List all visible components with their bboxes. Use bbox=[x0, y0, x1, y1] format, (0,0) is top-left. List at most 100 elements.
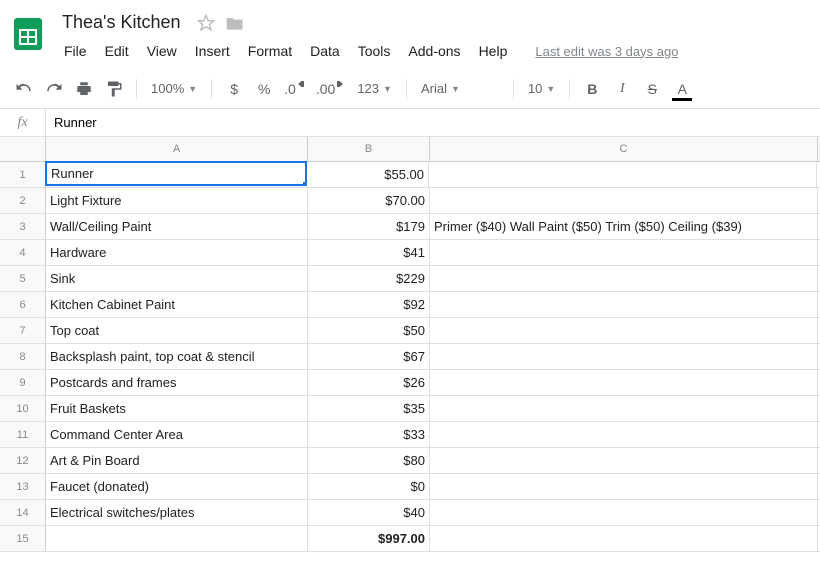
row-header[interactable]: 14 bbox=[0, 500, 46, 525]
currency-button[interactable]: $ bbox=[220, 75, 248, 103]
cell[interactable] bbox=[430, 474, 818, 499]
select-all-corner[interactable] bbox=[0, 137, 46, 161]
row-header[interactable]: 4 bbox=[0, 240, 46, 265]
cell[interactable]: $92 bbox=[308, 292, 430, 317]
cell[interactable]: Top coat bbox=[46, 318, 308, 343]
table-row: 5 Sink $229 bbox=[0, 266, 820, 292]
percent-button[interactable]: % bbox=[250, 75, 278, 103]
cell-b1[interactable]: $55.00 bbox=[307, 162, 429, 187]
sheets-logo-icon[interactable] bbox=[8, 8, 48, 60]
cell[interactable] bbox=[430, 396, 818, 421]
cell[interactable]: $40 bbox=[308, 500, 430, 525]
row-header[interactable]: 13 bbox=[0, 474, 46, 499]
star-icon[interactable] bbox=[197, 14, 215, 32]
cell[interactable] bbox=[46, 526, 308, 551]
formula-bar: fx bbox=[0, 109, 820, 137]
text-color-button[interactable]: A bbox=[668, 75, 696, 103]
italic-button[interactable]: I bbox=[608, 75, 636, 103]
row-header[interactable]: 7 bbox=[0, 318, 46, 343]
last-edit-link[interactable]: Last edit was 3 days ago bbox=[535, 44, 678, 59]
folder-move-icon[interactable] bbox=[225, 14, 245, 32]
row-header[interactable]: 15 bbox=[0, 526, 46, 551]
paint-format-icon[interactable] bbox=[100, 75, 128, 103]
menu-help[interactable]: Help bbox=[471, 39, 516, 63]
cell[interactable]: Wall/Ceiling Paint bbox=[46, 214, 308, 239]
row-header[interactable]: 6 bbox=[0, 292, 46, 317]
row-header[interactable]: 8 bbox=[0, 344, 46, 369]
row-header[interactable]: 3 bbox=[0, 214, 46, 239]
undo-icon[interactable] bbox=[10, 75, 38, 103]
cell[interactable]: $50 bbox=[308, 318, 430, 343]
strikethrough-button[interactable]: S bbox=[638, 75, 666, 103]
menu-addons[interactable]: Add-ons bbox=[400, 39, 468, 63]
cell[interactable] bbox=[430, 318, 818, 343]
cell[interactable]: Kitchen Cabinet Paint bbox=[46, 292, 308, 317]
row-header[interactable]: 1 bbox=[0, 162, 46, 187]
row-header[interactable]: 11 bbox=[0, 422, 46, 447]
cell[interactable]: $41 bbox=[308, 240, 430, 265]
cell[interactable] bbox=[430, 500, 818, 525]
cell[interactable]: $70.00 bbox=[308, 188, 430, 213]
cell-a1[interactable]: Runner bbox=[45, 161, 307, 186]
selection-handle[interactable] bbox=[302, 181, 307, 186]
cell-c1[interactable] bbox=[429, 162, 817, 187]
decrease-decimal-button[interactable]: .0 bbox=[280, 75, 310, 103]
column-header-c[interactable]: C bbox=[430, 137, 818, 161]
menu-insert[interactable]: Insert bbox=[187, 39, 238, 63]
cell[interactable]: Postcards and frames bbox=[46, 370, 308, 395]
font-family-dropdown[interactable]: Arial▼ bbox=[415, 75, 505, 103]
cell[interactable] bbox=[430, 526, 818, 551]
cell-total[interactable]: $997.00 bbox=[308, 526, 430, 551]
cell[interactable]: $26 bbox=[308, 370, 430, 395]
inc-dec-label: .00 bbox=[316, 81, 335, 97]
cell[interactable]: Primer ($40) Wall Paint ($50) Trim ($50)… bbox=[430, 214, 818, 239]
column-headers: A B C bbox=[0, 137, 820, 162]
cell[interactable] bbox=[430, 448, 818, 473]
row-header[interactable]: 9 bbox=[0, 370, 46, 395]
number-format-dropdown[interactable]: 123▼ bbox=[351, 75, 398, 103]
cell[interactable]: $35 bbox=[308, 396, 430, 421]
menu-format[interactable]: Format bbox=[240, 39, 300, 63]
cell[interactable]: $179 bbox=[308, 214, 430, 239]
row-header[interactable]: 2 bbox=[0, 188, 46, 213]
menu-data[interactable]: Data bbox=[302, 39, 348, 63]
row-header[interactable]: 5 bbox=[0, 266, 46, 291]
cell[interactable] bbox=[430, 188, 818, 213]
column-header-a[interactable]: A bbox=[46, 137, 308, 161]
menu-view[interactable]: View bbox=[139, 39, 185, 63]
doc-title[interactable]: Thea's Kitchen bbox=[56, 10, 187, 35]
bold-button[interactable]: B bbox=[578, 75, 606, 103]
column-header-b[interactable]: B bbox=[308, 137, 430, 161]
cell[interactable] bbox=[430, 422, 818, 447]
cell[interactable]: Art & Pin Board bbox=[46, 448, 308, 473]
cell[interactable] bbox=[430, 370, 818, 395]
formula-input[interactable] bbox=[46, 109, 820, 136]
row-header[interactable]: 12 bbox=[0, 448, 46, 473]
cell[interactable]: Sink bbox=[46, 266, 308, 291]
cell[interactable]: $0 bbox=[308, 474, 430, 499]
cell[interactable]: Fruit Baskets bbox=[46, 396, 308, 421]
cell[interactable]: Light Fixture bbox=[46, 188, 308, 213]
increase-decimal-button[interactable]: .00 bbox=[312, 75, 349, 103]
menu-edit[interactable]: Edit bbox=[97, 39, 137, 63]
font-size-dropdown[interactable]: 10▼ bbox=[522, 75, 561, 103]
menu-file[interactable]: File bbox=[56, 39, 95, 63]
cell[interactable]: Hardware bbox=[46, 240, 308, 265]
cell[interactable] bbox=[430, 292, 818, 317]
cell[interactable] bbox=[430, 266, 818, 291]
cell[interactable]: Command Center Area bbox=[46, 422, 308, 447]
row-header[interactable]: 10 bbox=[0, 396, 46, 421]
cell[interactable]: $229 bbox=[308, 266, 430, 291]
menu-tools[interactable]: Tools bbox=[350, 39, 399, 63]
cell[interactable]: $33 bbox=[308, 422, 430, 447]
cell[interactable]: Backsplash paint, top coat & stencil bbox=[46, 344, 308, 369]
cell[interactable] bbox=[430, 240, 818, 265]
cell[interactable]: $67 bbox=[308, 344, 430, 369]
redo-icon[interactable] bbox=[40, 75, 68, 103]
cell[interactable] bbox=[430, 344, 818, 369]
print-icon[interactable] bbox=[70, 75, 98, 103]
cell[interactable]: $80 bbox=[308, 448, 430, 473]
cell[interactable]: Faucet (donated) bbox=[46, 474, 308, 499]
cell[interactable]: Electrical switches/plates bbox=[46, 500, 308, 525]
zoom-dropdown[interactable]: 100%▼ bbox=[145, 75, 203, 103]
